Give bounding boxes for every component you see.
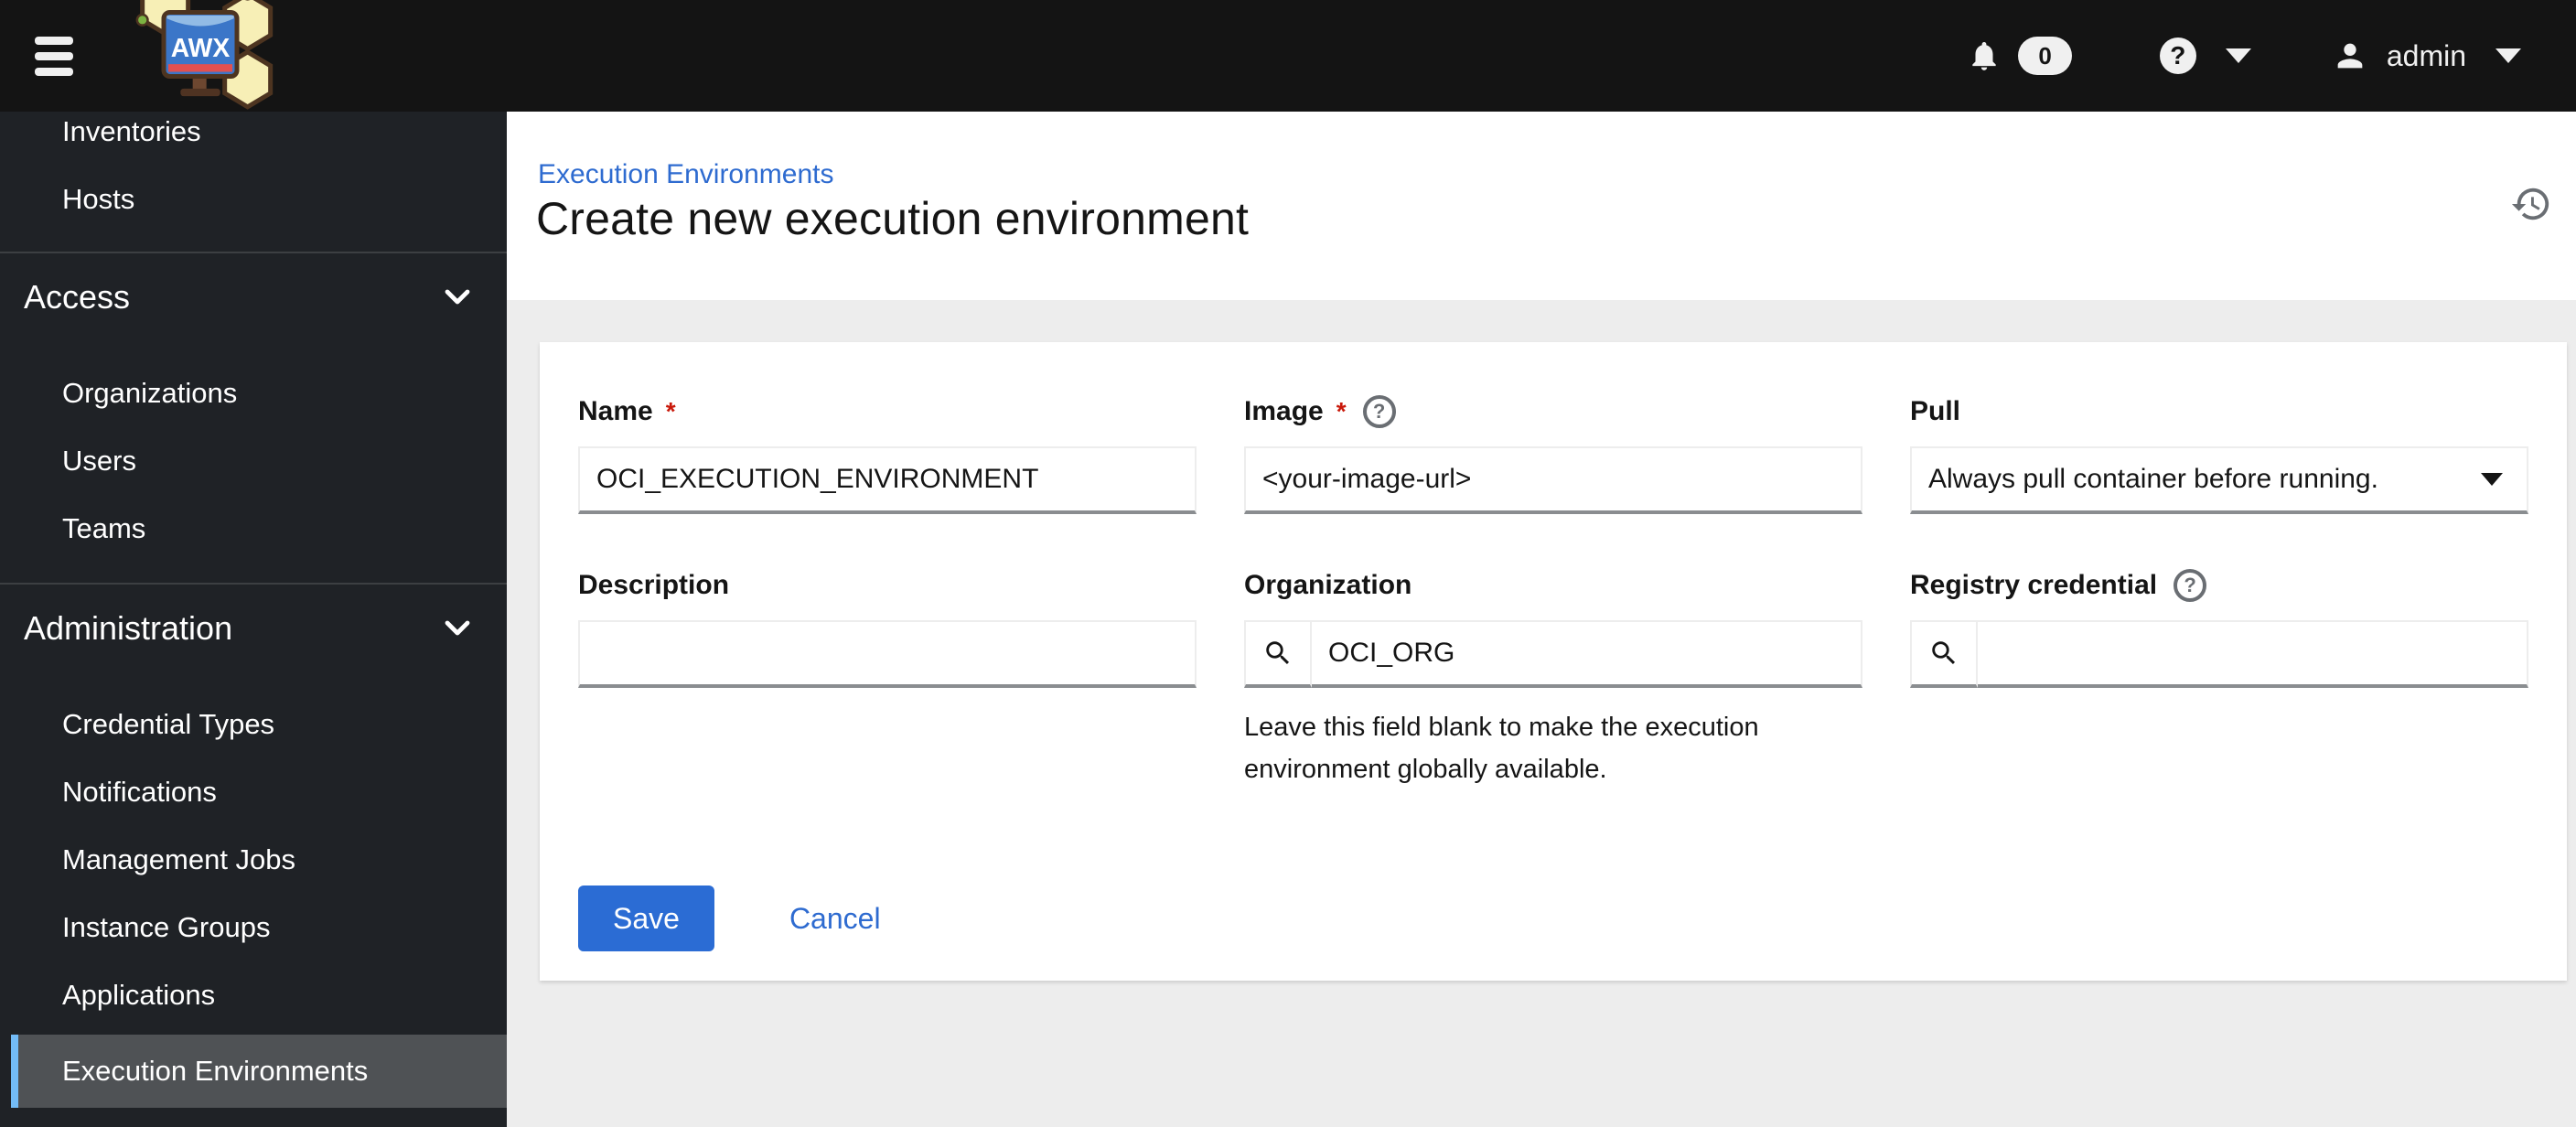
registry-credential-input[interactable] (1978, 620, 2528, 688)
sidebar-item-teams[interactable]: Teams (0, 495, 507, 563)
page-title: Create new execution environment (536, 193, 1250, 244)
help-icon: ? (2159, 38, 2196, 74)
history-icon (2511, 188, 2549, 220)
page-body: Name * Image * ? Pull (507, 300, 2576, 1127)
search-icon (1932, 641, 1956, 665)
registry-credential-label: Registry credential (1910, 570, 2158, 600)
chevron-down-icon (445, 289, 470, 305)
notifications-button[interactable]: 0 (1967, 37, 2072, 75)
history-button[interactable] (2510, 183, 2552, 225)
sidebar-group-administration[interactable]: Administration (0, 585, 507, 672)
required-asterisk: * (665, 397, 676, 425)
sidebar-group-label: Access (24, 278, 131, 316)
search-icon (1266, 641, 1290, 665)
pull-selected-option: Always pull container before running. (1928, 464, 2378, 494)
sidebar-item-notifications[interactable]: Notifications (0, 758, 507, 826)
registry-credential-help-icon[interactable]: ? (2174, 569, 2207, 602)
organization-helper-text: Leave this field blank to make the execu… (1244, 713, 1759, 784)
sidebar-item-hosts[interactable]: Hosts (0, 166, 507, 233)
image-label: Image (1244, 396, 1324, 426)
sidebar-item-users[interactable]: Users (0, 427, 507, 495)
field-organization: Organization Leave this field blank to m… (1244, 569, 1862, 790)
sidebar-item-applications[interactable]: Applications (0, 961, 507, 1029)
help-menu[interactable]: ? (2159, 38, 2251, 74)
sidebar-item-instance-groups[interactable]: Instance Groups (0, 894, 507, 961)
organization-label: Organization (1244, 570, 1412, 600)
chevron-down-icon (2481, 473, 2503, 486)
field-description: Description (578, 569, 1197, 790)
awx-logo-icon: AWX (135, 0, 274, 110)
save-button[interactable]: Save (578, 886, 714, 951)
description-label: Description (578, 570, 730, 600)
chevron-down-icon (2496, 48, 2521, 63)
image-help-icon[interactable]: ? (1362, 395, 1396, 428)
nav-toggle-button[interactable] (35, 29, 73, 83)
main-content: Execution Environments Create new execut… (507, 112, 2576, 1127)
field-registry-credential: Registry credential ? (1910, 569, 2528, 790)
breadcrumb[interactable]: Execution Environments (538, 159, 834, 190)
sidebar-item-inventories[interactable]: Inventories (0, 112, 507, 166)
sidebar: Inventories Hosts Access Organizations U… (0, 112, 507, 1127)
awx-logo-text: AWX (171, 34, 231, 63)
chevron-down-icon (445, 620, 470, 636)
field-image: Image * ? (1244, 395, 1862, 514)
registry-credential-search-button[interactable] (1910, 620, 1978, 688)
cancel-button[interactable]: Cancel (789, 902, 881, 936)
username-label: admin (2386, 38, 2466, 72)
required-asterisk: * (1336, 397, 1347, 425)
sidebar-item-organizations[interactable]: Organizations (0, 360, 507, 427)
field-name: Name * (578, 395, 1197, 514)
bell-icon (1972, 41, 1997, 70)
page-header: Execution Environments Create new execut… (507, 112, 2576, 300)
sidebar-item-management-jobs[interactable]: Management Jobs (0, 826, 507, 894)
organization-input[interactable] (1312, 620, 1862, 688)
user-menu[interactable]: admin (2332, 38, 2521, 74)
user-icon (2337, 43, 2363, 69)
organization-search-button[interactable] (1244, 620, 1312, 688)
notifications-count-badge: 0 (2018, 37, 2072, 75)
field-pull: Pull Always pull container before runnin… (1910, 395, 2528, 514)
name-label: Name (578, 396, 653, 426)
image-input[interactable] (1244, 446, 1862, 514)
chevron-down-icon (2225, 48, 2251, 63)
sidebar-item-credential-types[interactable]: Credential Types (0, 691, 507, 758)
masthead: AWX 0 ? admin (0, 0, 2576, 112)
name-input[interactable] (578, 446, 1197, 514)
sidebar-group-label: Administration (24, 609, 233, 647)
awx-logo[interactable]: AWX (113, 0, 296, 112)
description-input[interactable] (578, 620, 1197, 688)
sidebar-group-access[interactable]: Access (0, 253, 507, 341)
pull-label: Pull (1910, 396, 1961, 426)
sidebar-item-execution-environments[interactable]: Execution Environments (11, 1035, 507, 1108)
form-card: Name * Image * ? Pull (540, 342, 2567, 981)
pull-select[interactable]: Always pull container before running. (1910, 446, 2528, 514)
